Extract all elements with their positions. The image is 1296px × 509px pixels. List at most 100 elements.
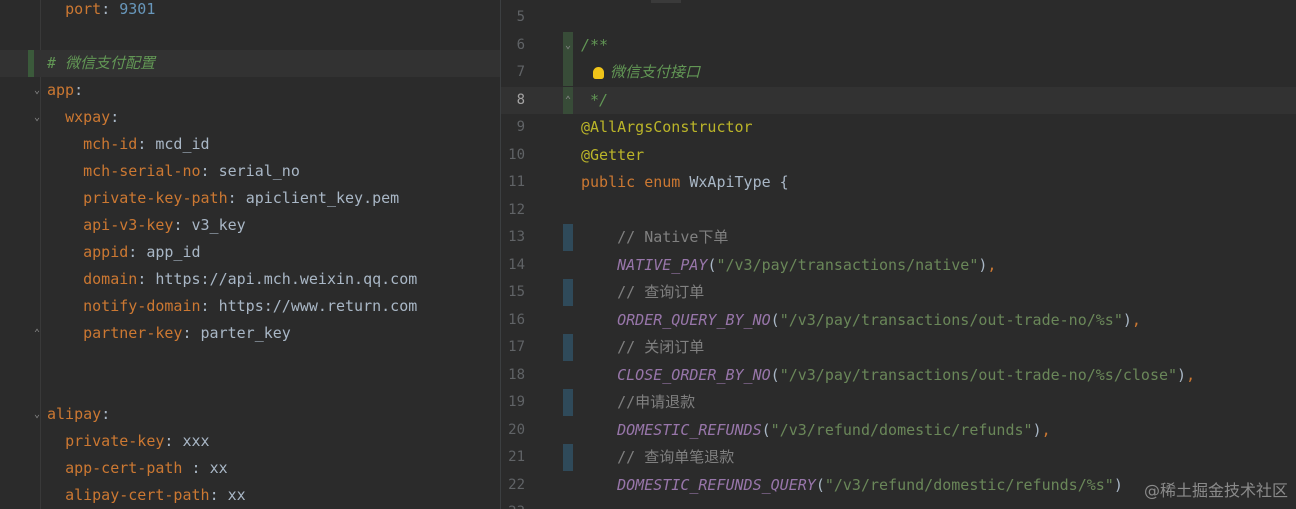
change-marker[interactable] (563, 224, 573, 251)
code-line[interactable]: 13 // Native下单 (501, 224, 1296, 251)
code-line[interactable]: 14 NATIVE_PAY("/v3/pay/transactions/nati… (501, 252, 1296, 279)
yaml-editor-pane[interactable]: port: 9301 # 微信支付配置 app: ⌄ wxpay: ⌄ mch-id: … (0, 0, 500, 509)
yaml-line[interactable]: appid: app_id (0, 239, 500, 266)
code-text: // 查询单笔退款 (581, 444, 734, 471)
code-token: DOMESTIC_REFUNDS (617, 420, 762, 439)
change-marker[interactable] (563, 59, 573, 86)
code-token: ( (761, 420, 771, 439)
code-line[interactable]: 6 ⌄ /** (501, 31, 1296, 59)
fold-toggle-icon[interactable]: ⌃ (565, 95, 575, 106)
fold-toggle-icon[interactable]: ⌄ (34, 113, 43, 123)
code-token: // 查询订单 (581, 283, 705, 301)
yaml-separator: : (74, 81, 84, 99)
yaml-indent (47, 216, 83, 234)
yaml-line[interactable]: # 微信支付配置 (0, 50, 500, 77)
code-line[interactable]: 7 微信支付接口 (501, 59, 1296, 86)
code-line[interactable]: 19 //申请退款 (501, 389, 1296, 416)
fold-toggle-icon[interactable]: ⌄ (34, 86, 43, 96)
code-line[interactable]: 16 ORDER_QUERY_BY_NO("/v3/pay/transactio… (501, 307, 1296, 334)
line-number: 5 (516, 9, 525, 25)
code-line[interactable]: 12 (501, 197, 1296, 224)
code-token: // Native下单 (581, 228, 729, 246)
code-line[interactable]: 15 // 查询订单 (501, 279, 1296, 306)
line-number: 8 (516, 91, 525, 108)
yaml-line-text: port: 9301 (47, 0, 155, 23)
yaml-line[interactable]: notify-domain: https://www.return.com (0, 293, 500, 320)
code-token: */ (581, 90, 609, 109)
yaml-line[interactable] (0, 347, 500, 374)
code-line[interactable]: 18 CLOSE_ORDER_BY_NO("/v3/pay/transactio… (501, 362, 1296, 389)
code-text: /** (581, 32, 608, 59)
code-token: , (1186, 365, 1196, 384)
change-marker[interactable] (563, 444, 573, 471)
code-token: "/v3/pay/transactions/out-trade-no/%s/cl… (779, 365, 1178, 384)
yaml-line[interactable]: app-cert-path : xx (0, 455, 500, 482)
yaml-line[interactable]: partner-key: parter_key ⌃ (0, 320, 500, 347)
code-token: ) (1177, 365, 1187, 384)
yaml-line-text: alipay-cert-path: xx (47, 482, 246, 509)
yaml-line[interactable]: domain: https://api.mch.weixin.qq.com (0, 266, 500, 293)
code-line[interactable]: 17 // 关闭订单 (501, 334, 1296, 361)
yaml-indent (47, 270, 83, 288)
yaml-value: parter_key (200, 324, 291, 342)
yaml-line[interactable] (0, 23, 500, 50)
change-marker[interactable] (563, 334, 573, 361)
code-line[interactable]: 5 (501, 4, 1296, 31)
code-line[interactable]: 21 // 查询单笔退款 (501, 444, 1296, 471)
yaml-key: private-key (65, 432, 165, 450)
yaml-separator: : (164, 432, 183, 450)
yaml-line[interactable]: private-key: xxx (0, 428, 500, 455)
fold-end-icon[interactable]: ⌃ (34, 329, 43, 339)
yaml-line[interactable]: alipay-cert-path: xx (0, 482, 500, 509)
yaml-line[interactable]: app: ⌄ (0, 77, 500, 104)
yaml-value: xx (209, 459, 228, 477)
change-marker[interactable] (563, 279, 573, 306)
yaml-key: notify-domain (83, 297, 201, 315)
change-marker[interactable] (563, 389, 573, 416)
fold-toggle-icon[interactable]: ⌄ (34, 410, 43, 420)
java-editor-pane[interactable]: 5 6 ⌄ /** 7 微信支付接口 8 ⌃ */ 9 @AllArgsConstructor 10… (501, 0, 1296, 509)
yaml-key: api-v3-key (83, 216, 174, 234)
code-line[interactable]: 11 public enum WxApiType { (501, 169, 1296, 196)
code-text: ORDER_QUERY_BY_NO("/v3/pay/transactions/… (581, 307, 1141, 334)
yaml-key: app (47, 81, 75, 99)
code-token: , (1131, 310, 1141, 329)
yaml-line[interactable]: alipay: ⌄ (0, 401, 500, 428)
yaml-key: domain (83, 270, 138, 288)
code-line[interactable]: 10 @Getter (501, 142, 1296, 169)
yaml-indent (47, 162, 83, 180)
yaml-separator: : (128, 243, 147, 261)
code-token: public enum (581, 173, 690, 191)
yaml-line[interactable]: api-v3-key: v3_key (0, 212, 500, 239)
yaml-line-text: mch-id: mcd_id (47, 131, 209, 158)
yaml-indent (47, 432, 65, 450)
yaml-separator: : (137, 135, 156, 153)
yaml-indent (47, 459, 65, 477)
code-token: , (1041, 420, 1051, 439)
scroll-indicator (651, 0, 681, 3)
code-line[interactable]: 8 ⌃ */ (501, 86, 1296, 114)
yaml-separator: : (200, 297, 219, 315)
yaml-line-text: private-key-path: apiclient_key.pem (47, 185, 399, 212)
code-text: 微信支付接口 (593, 59, 700, 86)
yaml-separator: : (200, 162, 219, 180)
fold-toggle-icon[interactable]: ⌄ (565, 40, 575, 51)
lightbulb-icon[interactable] (593, 66, 604, 79)
yaml-line-text: partner-key: parter_key (47, 320, 291, 347)
yaml-separator: : (101, 0, 120, 18)
yaml-line[interactable]: wxpay: ⌄ (0, 104, 500, 131)
code-token: // 关闭订单 (581, 338, 705, 356)
yaml-line[interactable]: mch-id: mcd_id (0, 131, 500, 158)
code-line[interactable]: 20 DOMESTIC_REFUNDS("/v3/refund/domestic… (501, 417, 1296, 444)
yaml-value: https://api.mch.weixin.qq.com (155, 270, 418, 288)
yaml-indent (47, 486, 65, 504)
line-number: 15 (508, 284, 525, 300)
code-text: public enum WxApiType { (581, 169, 789, 196)
code-token: ( (815, 475, 825, 494)
code-line[interactable]: 9 @AllArgsConstructor (501, 114, 1296, 141)
yaml-line[interactable]: private-key-path: apiclient_key.pem (0, 185, 500, 212)
yaml-line[interactable]: port: 9301 (0, 0, 500, 23)
yaml-line[interactable]: mch-serial-no: serial_no (0, 158, 500, 185)
yaml-line[interactable] (0, 374, 500, 401)
